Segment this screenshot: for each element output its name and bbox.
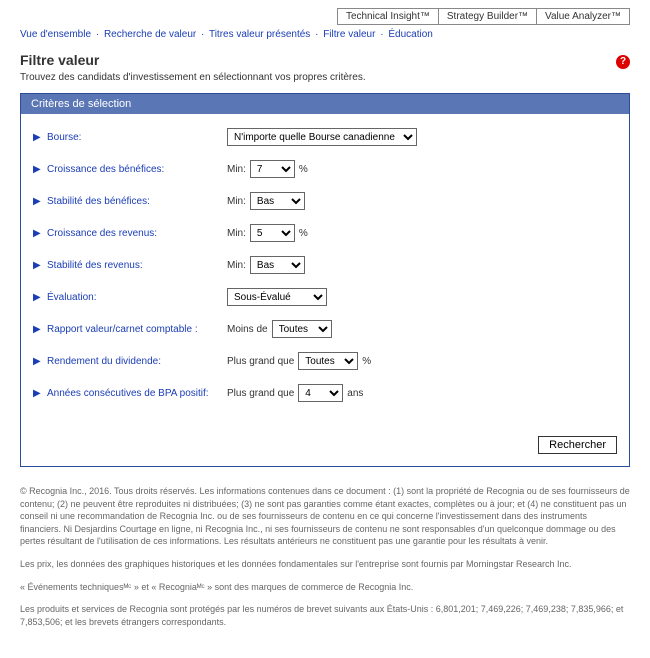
prefix-text: Moins de — [227, 324, 268, 335]
row-stabilite-benefices: ▶ Stabilité des bénéfices: Min: Bas — [33, 192, 617, 210]
row-stabilite-revenus: ▶ Stabilité des revenus: Min: Bas — [33, 256, 617, 274]
tab-strategy-builder[interactable]: Strategy Builder™ — [438, 8, 537, 25]
arrow-icon: ▶ — [33, 132, 47, 143]
label-stabilite-benefices[interactable]: Stabilité des bénéfices: — [47, 196, 227, 207]
breadcrumb: Vue d'ensemble · Recherche de valeur · T… — [20, 29, 630, 40]
breadcrumb-filter[interactable]: Filtre valeur — [323, 29, 375, 40]
select-stabilite-benefices[interactable]: Bas — [250, 192, 305, 210]
footnote-patents: Les produits et services de Recognia son… — [20, 603, 630, 628]
label-bourse[interactable]: Bourse: — [47, 132, 227, 143]
suffix-text: % — [362, 356, 371, 367]
row-rapport: ▶ Rapport valeur/carnet comptable : Moin… — [33, 320, 617, 338]
panel-header: Critères de sélection — [21, 94, 629, 114]
breadcrumb-overview[interactable]: Vue d'ensemble — [20, 29, 91, 40]
label-croissance-revenus[interactable]: Croissance des revenus: — [47, 228, 227, 239]
label-croissance-benefices[interactable]: Croissance des bénéfices: — [47, 164, 227, 175]
footnote-trademarks: « Événements techniquesᴹᶜ » et « Recogni… — [20, 581, 630, 594]
select-stabilite-revenus[interactable]: Bas — [250, 256, 305, 274]
top-tabs: Technical Insight™Strategy Builder™Value… — [20, 8, 630, 25]
arrow-icon: ▶ — [33, 164, 47, 175]
page-subtitle: Trouvez des candidats d'investissement e… — [20, 72, 630, 83]
footnote-morningstar: Les prix, les données des graphiques his… — [20, 558, 630, 571]
breadcrumb-search[interactable]: Recherche de valeur — [104, 29, 196, 40]
label-rendement[interactable]: Rendement du dividende: — [47, 356, 227, 367]
select-bourse[interactable]: N'importe quelle Bourse canadienne — [227, 128, 417, 146]
prefix-text: Plus grand que — [227, 356, 294, 367]
row-evaluation: ▶ Évaluation: Sous-Évalué — [33, 288, 617, 306]
criteria-panel: Critères de sélection ▶ Bourse: N'import… — [20, 93, 630, 467]
row-rendement: ▶ Rendement du dividende: Plus grand que… — [33, 352, 617, 370]
tab-value-analyzer[interactable]: Value Analyzer™ — [536, 8, 630, 25]
prefix-text: Plus grand que — [227, 388, 294, 399]
label-stabilite-revenus[interactable]: Stabilité des revenus: — [47, 260, 227, 271]
footnote-copyright: © Recognia Inc., 2016. Tous droits réser… — [20, 485, 630, 548]
select-annees[interactable]: 4 — [298, 384, 343, 402]
row-croissance-benefices: ▶ Croissance des bénéfices: Min: 7 % — [33, 160, 617, 178]
row-annees: ▶ Années consécutives de BPA positif: Pl… — [33, 384, 617, 402]
breadcrumb-education[interactable]: Éducation — [388, 29, 432, 40]
help-icon[interactable]: ? — [616, 55, 630, 69]
search-button[interactable]: Rechercher — [538, 436, 617, 454]
page-title: Filtre valeur — [20, 52, 99, 68]
tab-technical-insight[interactable]: Technical Insight™ — [337, 8, 439, 25]
select-rendement[interactable]: Toutes — [298, 352, 358, 370]
arrow-icon: ▶ — [33, 260, 47, 271]
breadcrumb-featured[interactable]: Titres valeur présentés — [209, 29, 310, 40]
prefix-text: Min: — [227, 164, 246, 175]
label-rapport[interactable]: Rapport valeur/carnet comptable : — [47, 324, 227, 335]
label-annees[interactable]: Années consécutives de BPA positif: — [47, 388, 227, 399]
select-evaluation[interactable]: Sous-Évalué — [227, 288, 327, 306]
arrow-icon: ▶ — [33, 356, 47, 367]
row-bourse: ▶ Bourse: N'importe quelle Bourse canadi… — [33, 128, 617, 146]
prefix-text: Min: — [227, 260, 246, 271]
arrow-icon: ▶ — [33, 228, 47, 239]
arrow-icon: ▶ — [33, 292, 47, 303]
footnotes: © Recognia Inc., 2016. Tous droits réser… — [20, 485, 630, 628]
suffix-text: ans — [347, 388, 363, 399]
select-croissance-benefices[interactable]: 7 — [250, 160, 295, 178]
label-evaluation[interactable]: Évaluation: — [47, 292, 227, 303]
arrow-icon: ▶ — [33, 324, 47, 335]
arrow-icon: ▶ — [33, 196, 47, 207]
prefix-text: Min: — [227, 196, 246, 207]
row-croissance-revenus: ▶ Croissance des revenus: Min: 5 % — [33, 224, 617, 242]
arrow-icon: ▶ — [33, 388, 47, 399]
suffix-text: % — [299, 164, 308, 175]
select-rapport[interactable]: Toutes — [272, 320, 332, 338]
suffix-text: % — [299, 228, 308, 239]
prefix-text: Min: — [227, 228, 246, 239]
select-croissance-revenus[interactable]: 5 — [250, 224, 295, 242]
